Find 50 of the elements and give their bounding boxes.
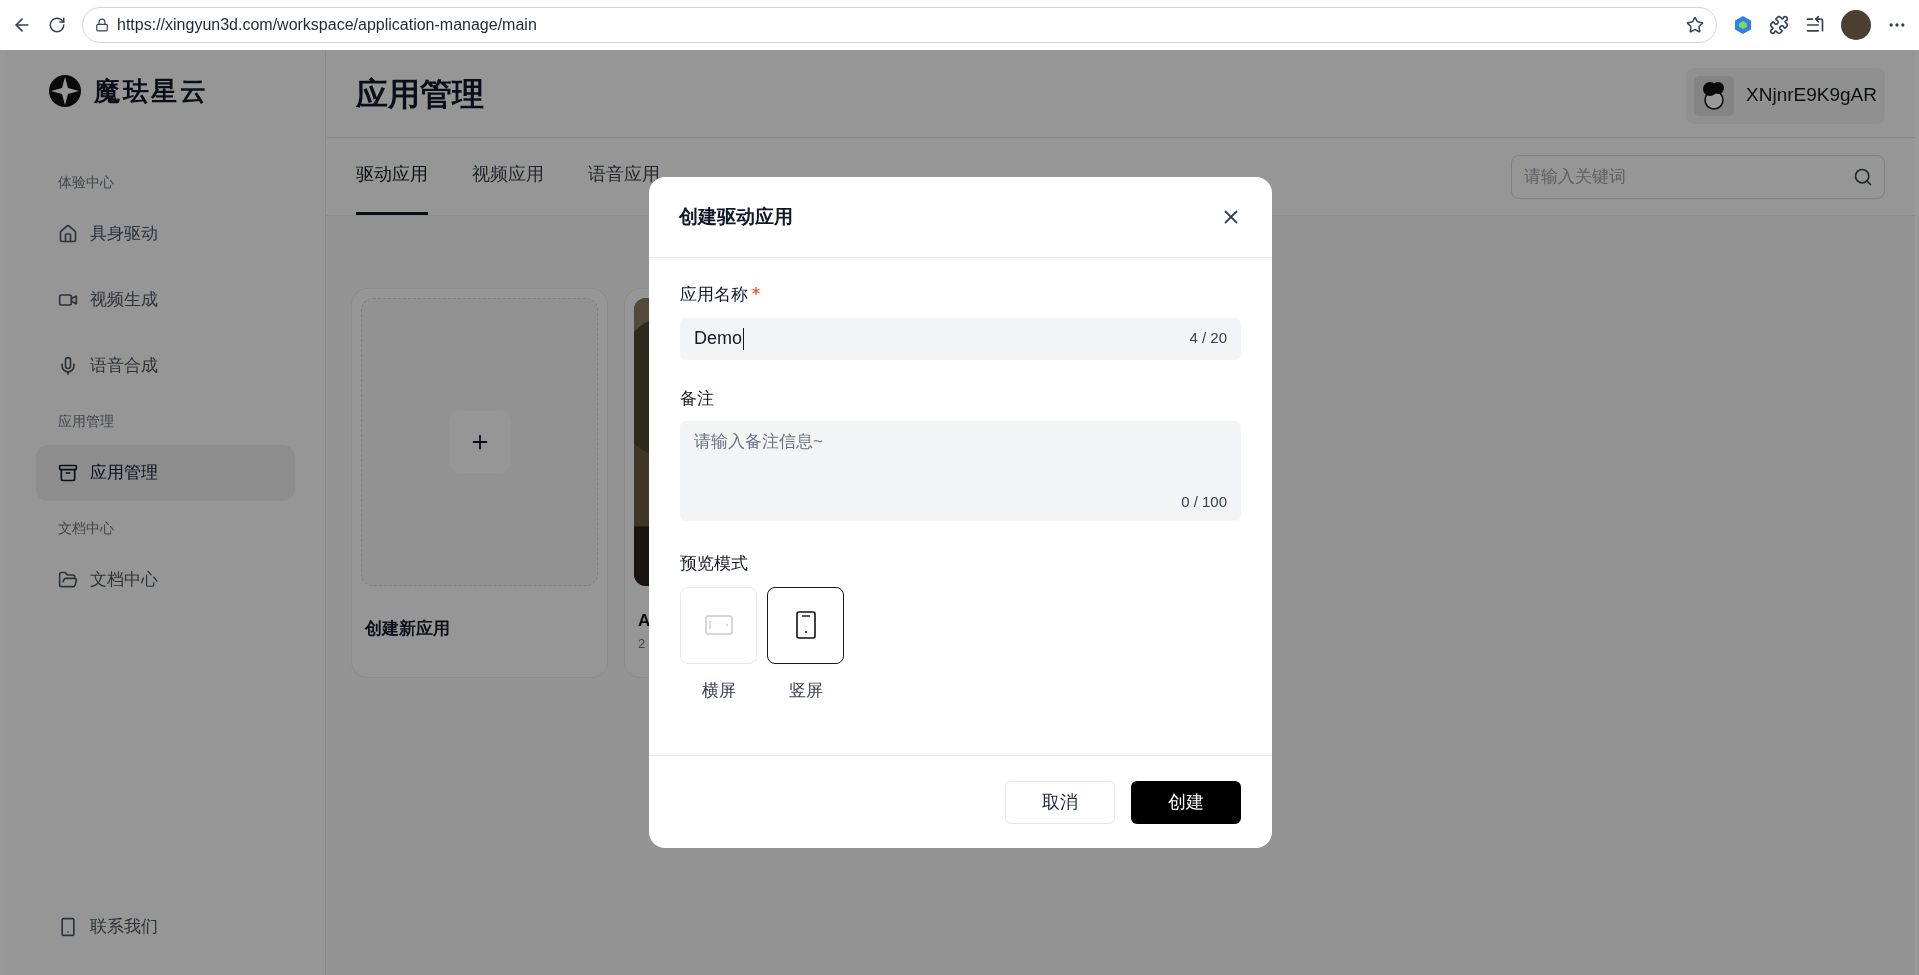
field-label: 备注 (680, 387, 715, 410)
sidebar-item[interactable]: 应用管理 (36, 445, 295, 501)
logo-icon (48, 74, 82, 108)
tab[interactable]: 语音应用 (588, 161, 660, 215)
sidebar-item[interactable]: 视频生成 (36, 272, 295, 328)
sidebar-item[interactable]: 具身驱动 (36, 206, 295, 262)
sidebar-item-icon (58, 463, 78, 483)
sidebar-item-icon (58, 224, 78, 244)
url-text: https://xingyun3d.com/workspace/application-manage/main (117, 15, 538, 35)
card-date: 2 (637, 634, 647, 653)
tab[interactable]: 驱动应用 (356, 161, 428, 215)
favorites-icon[interactable] (1805, 15, 1825, 35)
page-title: 应用管理 (356, 74, 484, 114)
puzzle-icon[interactable] (1769, 15, 1789, 35)
star-icon[interactable] (1686, 16, 1704, 34)
sidebar-item-icon (58, 356, 78, 376)
preview-option[interactable] (767, 586, 844, 664)
phone-icon (58, 917, 78, 937)
search-icon[interactable] (1853, 167, 1873, 187)
sidebar-item[interactable]: 文档中心 (36, 552, 295, 608)
profile-avatar[interactable] (1841, 10, 1871, 40)
card-title: A (637, 610, 652, 632)
character-count: 4 / 20 (1189, 328, 1227, 349)
character-count: 0 / 100 (1181, 491, 1227, 512)
user-chip[interactable]: XNjnrE9K9gAR (1686, 67, 1885, 124)
sidebar-item[interactable]: 语音合成 (36, 338, 295, 394)
brand-name: 魔珐星云 (94, 74, 209, 108)
card-title: 创建新应用 (364, 618, 451, 640)
option-label: 横屏 (701, 679, 736, 702)
search-field[interactable]: 请输入关键词 (1511, 155, 1885, 199)
cancel-button[interactable]: 取消 (1005, 780, 1115, 824)
lock-icon (95, 18, 109, 32)
landscape-screen-icon (704, 615, 733, 635)
dialog-title: 创建驱动应用 (679, 204, 793, 229)
section-title: 体验中心 (57, 173, 115, 192)
field-label: 应用名称 (680, 284, 748, 306)
name-field[interactable]: Demo 4 / 20 (680, 317, 1241, 360)
tab[interactable]: 视频应用 (472, 161, 544, 215)
section-title: 文档中心 (57, 519, 115, 538)
sidebar-item-icon (58, 570, 78, 590)
sidebar-item[interactable]: 联系我们 (36, 899, 295, 955)
create-button[interactable]: 创建 (1131, 780, 1241, 824)
new-app-card[interactable]: 创建新应用 (351, 288, 608, 678)
portrait-screen-icon (795, 611, 816, 639)
extension-icon[interactable] (1733, 15, 1753, 35)
avatar-icon (1694, 75, 1735, 116)
section-title: 应用管理 (57, 412, 115, 431)
field-label: 预览模式 (680, 553, 749, 575)
option-label: 竖屏 (788, 679, 823, 702)
reload-icon[interactable] (48, 16, 66, 34)
